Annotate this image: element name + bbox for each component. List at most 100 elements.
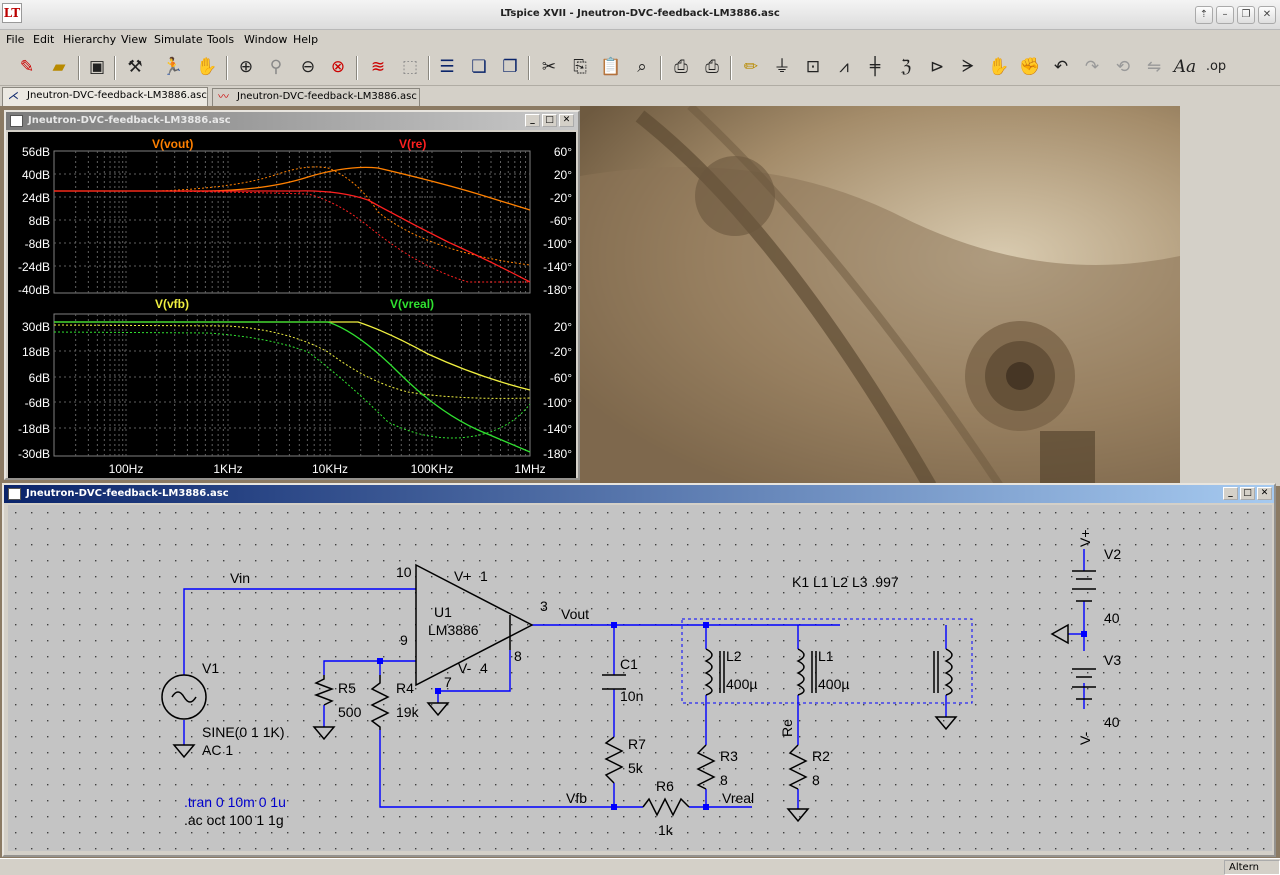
component-value-v3: 40 xyxy=(1104,714,1120,730)
drag-icon[interactable]: ✊ xyxy=(1017,54,1043,80)
x-tick-label: 100KHz xyxy=(411,462,454,476)
schematic-window-icon xyxy=(8,488,21,500)
menu-tools[interactable]: Tools xyxy=(207,33,234,46)
toolbar-separator xyxy=(660,56,662,80)
y-tick-label: 8dB xyxy=(29,214,50,228)
text-icon[interactable]: Aa xyxy=(1172,54,1198,80)
pin-number: 9 xyxy=(400,632,408,648)
net-label-vout[interactable]: Vout xyxy=(561,606,589,622)
zoom-in-icon[interactable]: ⊕ xyxy=(233,54,259,80)
menu-view[interactable]: View xyxy=(121,33,147,46)
menu-edit[interactable]: Edit xyxy=(33,33,54,46)
spice-directive-tran[interactable]: .tran 0 10m 0 1u xyxy=(184,794,286,810)
menu-hierarchy[interactable]: Hierarchy xyxy=(63,33,116,46)
close-button[interactable]: ✕ xyxy=(559,114,574,127)
inductor-icon[interactable]: ℨ xyxy=(893,54,919,80)
schematic-canvas[interactable]: Vin Vout Vfb Vreal Re V+ V- 10 V+ 1 3 U1… xyxy=(8,505,1272,851)
close-button[interactable]: ✕ xyxy=(1257,487,1272,500)
waveform-window: Jneutron-DVC-feedback-LM3886.asc _ □ ✕ V… xyxy=(4,110,580,480)
undo-icon[interactable]: ↶ xyxy=(1048,54,1074,80)
spice-directive-icon[interactable]: .op xyxy=(1203,54,1229,80)
open-icon[interactable]: ▰ xyxy=(46,54,72,80)
schematic-tab-icon: ⋌ xyxy=(8,89,19,102)
waveform-plot[interactable]: V(vout) V(re) 56dB 40dB 24dB 8dB -8dB -2… xyxy=(8,132,576,478)
control-panel-icon[interactable]: ⚒ xyxy=(122,54,148,80)
minimize-button[interactable]: _ xyxy=(1223,487,1238,500)
waveform-tab-icon: 〰 xyxy=(218,90,229,103)
toolbar-separator xyxy=(226,56,228,80)
component-value-r5: 500 xyxy=(338,704,362,720)
tile-horizontal-icon[interactable]: ☰ xyxy=(434,54,460,80)
minimize-button[interactable]: _ xyxy=(525,114,540,127)
y2-tick-label: -180° xyxy=(543,447,572,461)
capacitor-icon[interactable]: ╪ xyxy=(862,54,888,80)
paste-icon[interactable]: 📋 xyxy=(598,54,624,80)
menu-file[interactable]: File xyxy=(6,33,24,46)
tab-bar: ⋌ Jneutron-DVC-feedback-LM3886.asc 〰 Jne… xyxy=(0,86,1280,106)
minimize-button[interactable]: – xyxy=(1216,6,1234,24)
waveform-window-title: Jneutron-DVC-feedback-LM3886.asc xyxy=(28,115,231,126)
net-label-icon[interactable]: ⊡ xyxy=(800,54,826,80)
component-ref-c1: C1 xyxy=(620,656,638,672)
net-label-vfb[interactable]: Vfb xyxy=(566,790,587,806)
cascade-icon[interactable]: ❏ xyxy=(466,54,492,80)
net-label-vplus[interactable]: V+ xyxy=(1077,529,1093,547)
mirror-icon[interactable]: ⇋ xyxy=(1141,54,1167,80)
y2-tick-label: -20° xyxy=(550,345,572,359)
maximize-button[interactable]: □ xyxy=(542,114,557,127)
print-preview-icon[interactable]: ⎙ xyxy=(668,54,694,80)
diode-icon[interactable]: ⊳ xyxy=(924,54,950,80)
find-icon[interactable]: ⌕ xyxy=(629,54,655,80)
trace-label-re[interactable]: V(re) xyxy=(399,137,426,151)
halt-icon[interactable]: ✋ xyxy=(194,54,220,80)
component-ref-v2: V2 xyxy=(1104,546,1121,562)
spice-directive-ac[interactable]: .ac oct 100 1 1g xyxy=(184,812,284,828)
copy-icon[interactable]: ⎘ xyxy=(567,54,593,80)
move-icon[interactable]: ✋ xyxy=(986,54,1012,80)
maximize-button[interactable]: □ xyxy=(1240,487,1255,500)
close-button[interactable]: ✕ xyxy=(1258,6,1276,24)
component-value-c1: 10n xyxy=(620,688,643,704)
new-schematic-icon[interactable]: ✎ xyxy=(14,54,40,80)
trace-label-vreal[interactable]: V(vreal) xyxy=(390,297,434,311)
ground-icon[interactable]: ⏚ xyxy=(769,54,795,80)
resistor-icon[interactable]: ⩘ xyxy=(831,54,857,80)
menu-up-icon[interactable]: ⇡ xyxy=(1195,6,1213,24)
net-label-re[interactable]: Re xyxy=(779,719,795,737)
tab-waveform[interactable]: 〰 Jneutron-DVC-feedback-LM3886.asc xyxy=(212,88,420,106)
net-label-vminus[interactable]: V- xyxy=(1077,731,1093,745)
component-ref-r5: R5 xyxy=(338,680,356,696)
component-icon[interactable]: ᗒ xyxy=(955,54,981,80)
restore-button[interactable]: ❐ xyxy=(1237,6,1255,24)
zoom-out-icon[interactable]: ⊖ xyxy=(295,54,321,80)
menu-simulate[interactable]: Simulate xyxy=(154,33,203,46)
y2-tick-label: -20° xyxy=(550,191,572,205)
cursor-icon[interactable]: ⬚ xyxy=(397,54,423,80)
tab-schematic[interactable]: ⋌ Jneutron-DVC-feedback-LM3886.asc xyxy=(2,87,208,106)
zoom-pan-icon[interactable]: ⚲ xyxy=(263,54,289,80)
trace-label-vfb[interactable]: V(vfb) xyxy=(155,297,189,311)
component-ref-v3: V3 xyxy=(1104,652,1121,668)
redo-icon[interactable]: ↷ xyxy=(1079,54,1105,80)
component-model-u1: LM3886 xyxy=(428,622,479,638)
coupling-directive[interactable]: K1 L1 L2 L3 .997 xyxy=(792,574,899,590)
run-icon[interactable]: 🏃 xyxy=(160,54,186,80)
y2-tick-label: -100° xyxy=(543,237,572,251)
toolbar-separator xyxy=(114,56,116,80)
net-label-vin[interactable]: Vin xyxy=(230,570,250,586)
print-icon[interactable]: ⎙ xyxy=(699,54,725,80)
pin-number: 10 xyxy=(396,564,412,580)
tile-vertical-icon[interactable]: ❐ xyxy=(497,54,523,80)
autorange-icon[interactable]: ≋ xyxy=(365,54,391,80)
net-label-vreal[interactable]: Vreal xyxy=(722,790,754,806)
draw-wire-icon[interactable]: ✏ xyxy=(738,54,764,80)
menu-window[interactable]: Window xyxy=(244,33,287,46)
save-icon[interactable]: ▣ xyxy=(84,54,110,80)
zoom-fit-icon[interactable]: ⊗ xyxy=(325,54,351,80)
menu-help[interactable]: Help xyxy=(293,33,318,46)
pin-number: 8 xyxy=(514,648,522,664)
cut-icon[interactable]: ✂ xyxy=(536,54,562,80)
trace-label-vout[interactable]: V(vout) xyxy=(152,137,193,151)
rotate-icon[interactable]: ⟲ xyxy=(1110,54,1136,80)
y-tick-label: 30dB xyxy=(22,320,50,334)
